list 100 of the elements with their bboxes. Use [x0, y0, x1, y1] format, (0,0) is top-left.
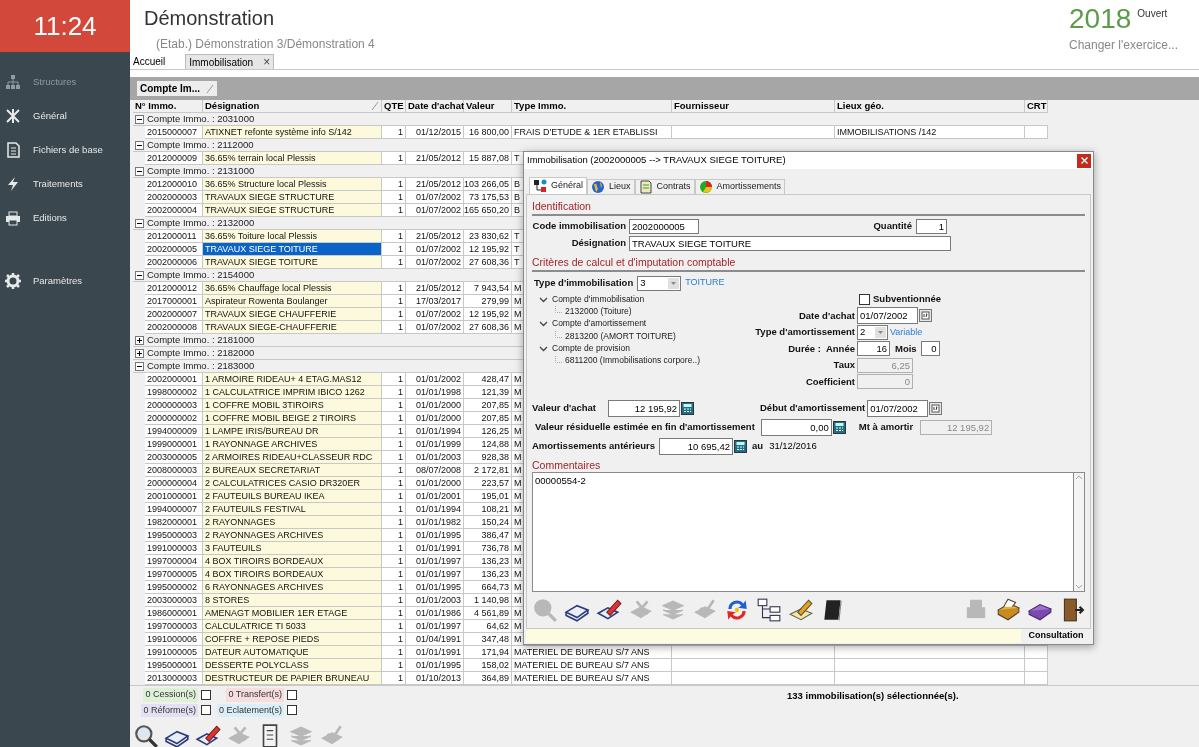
link[interactable]: Variable — [890, 325, 923, 339]
hierarchy-icon — [5, 74, 21, 90]
checkbox[interactable] — [201, 689, 211, 700]
table-cell: 2012000010 — [145, 178, 203, 191]
table-cell: 2008000003 — [145, 464, 203, 477]
calculator-icon[interactable] — [832, 421, 846, 434]
group-label: Compte Immo. : 2154000 — [147, 267, 255, 282]
tree-node[interactable]: Compte d'immobilisation — [552, 292, 645, 306]
table-cell: 1 — [382, 581, 406, 594]
expander-icon[interactable] — [135, 218, 144, 228]
close-button[interactable] — [1077, 153, 1091, 168]
column-header[interactable]: Lieux géo. — [835, 100, 1025, 113]
table-cell: 2000000003 — [145, 399, 203, 412]
table-cell: TRAVAUX SIEGE STRUCTURE — [203, 191, 382, 204]
table-cell: 1994000007 — [145, 503, 203, 516]
sidebar-item[interactable]: Général — [0, 99, 130, 133]
checkbox[interactable] — [287, 705, 297, 716]
tree-node[interactable]: 6811200 (Immobilisations corpore..) — [565, 354, 700, 367]
table-cell: 1 — [382, 152, 406, 165]
input-field[interactable]: 2002000005 — [629, 219, 699, 234]
tab[interactable]: Général — [529, 177, 588, 194]
table-cell: 1 — [382, 490, 406, 503]
tab[interactable]: Accueil — [133, 54, 166, 69]
expander-icon[interactable] — [135, 270, 144, 280]
table-cell: 347,48 — [464, 633, 512, 646]
tab[interactable]: Amortissements — [694, 179, 786, 194]
chevron-icon[interactable] — [539, 319, 548, 329]
expander-icon[interactable] — [135, 140, 144, 150]
sidebar-item[interactable]: Paramètres — [0, 264, 130, 298]
input-field[interactable]: 0 — [920, 341, 940, 357]
table-cell: 01/01/2003 — [406, 451, 464, 464]
table-cell: 1999000001 — [145, 438, 203, 451]
group-by-chip[interactable]: Compte Im... — [137, 81, 217, 96]
change-year-link[interactable]: Changer l'exercice... — [1069, 35, 1187, 54]
tree-node[interactable]: Compte de provision — [552, 341, 630, 355]
table-cell: 1 — [382, 412, 406, 425]
expander-icon[interactable] — [135, 335, 144, 345]
calendar-icon[interactable] — [919, 309, 932, 323]
column-header[interactable]: CRT — [1025, 100, 1048, 113]
page-title: Démonstration — [144, 6, 276, 31]
sidebar-item[interactable]: Editions — [0, 201, 130, 235]
input-field[interactable]: 1 — [916, 219, 947, 234]
scrollbar[interactable] — [1073, 472, 1085, 592]
table-cell: 736,78 — [464, 542, 512, 555]
table-cell: MATERIEL DE BUREAU S/7 ANS — [512, 672, 672, 685]
table-cell: 2 RAYONNAGES ARCHIVES — [203, 529, 382, 542]
tree-node[interactable]: 2132000 (Toiture) — [565, 305, 632, 318]
tree-icon[interactable] — [756, 597, 782, 623]
table-cell: 1 — [382, 672, 406, 685]
checkbox[interactable] — [287, 689, 297, 700]
printer-icon[interactable] — [995, 597, 1021, 623]
pencil-icon[interactable] — [788, 597, 814, 623]
table-cell: 1 — [382, 516, 406, 529]
column-header[interactable]: Valeur — [464, 100, 512, 113]
checkbox[interactable] — [201, 705, 211, 716]
calculator-icon[interactable] — [681, 402, 694, 415]
input-field[interactable]: 10 695,42 — [659, 438, 734, 455]
dropdown[interactable]: 2 — [857, 324, 888, 340]
close-tab-button[interactable]: × — [263, 56, 271, 68]
input-field[interactable]: 01/07/2002 — [867, 400, 929, 417]
edit-icon[interactable] — [195, 723, 221, 747]
table-cell: 364,89 — [464, 672, 512, 685]
input-field[interactable]: 01/07/2002 — [857, 307, 918, 325]
calculator-icon[interactable] — [734, 440, 748, 453]
refresh-icon[interactable] — [724, 597, 750, 623]
table-cell: 2 RAYONNAGES — [203, 516, 382, 529]
table-cell: 279,99 — [464, 295, 512, 308]
expander-icon[interactable] — [135, 166, 144, 176]
comment-field[interactable]: 00000554-2 — [532, 472, 1073, 592]
column-header[interactable]: Fournisseur — [672, 100, 835, 113]
table-cell: 64,62 — [464, 620, 512, 633]
column-header[interactable]: Type Immo. — [512, 100, 672, 113]
column-header[interactable]: Date d'achat — [406, 100, 464, 113]
tab[interactable]: Immobilisation × — [185, 54, 275, 69]
table-cell: TRAVAUX SIEGE CHAUFFERIE — [203, 308, 382, 321]
column-header[interactable]: QTE — [382, 100, 406, 113]
table-cell: 386,47 — [464, 529, 512, 542]
checkbox[interactable] — [859, 293, 870, 305]
tab[interactable]: Contrats — [634, 179, 695, 194]
diagram-icon — [533, 179, 547, 193]
sidebar-item[interactable]: Traitements — [0, 167, 130, 201]
calendar-icon[interactable] — [929, 402, 943, 415]
search-icon[interactable] — [133, 723, 159, 747]
table-cell: 1 — [382, 438, 406, 451]
sidebar-item[interactable]: Fichiers de base — [0, 133, 130, 167]
expander-icon[interactable] — [135, 114, 144, 124]
input-field[interactable]: TRAVAUX SIEGE TOITURE — [629, 235, 951, 251]
tab[interactable]: Lieux — [587, 179, 635, 194]
input-field[interactable]: 16 — [857, 341, 890, 357]
input-field[interactable]: 12 195,92 — [608, 400, 680, 417]
column-header[interactable]: N° Immo. — [133, 100, 203, 113]
table-cell: TRAVAUX SIEGE TOITURE — [203, 243, 382, 256]
expander-icon[interactable] — [135, 361, 144, 371]
table-cell: 1 — [382, 464, 406, 477]
column-header[interactable]: Désignation — [203, 100, 382, 113]
link[interactable]: TOITURE — [685, 276, 725, 290]
input-field[interactable]: 0,00 — [760, 419, 832, 436]
dropdown[interactable]: 3 — [637, 275, 682, 291]
table-cell: 4 BOX TIROIRS BORDEAUX — [203, 555, 382, 568]
expander-icon[interactable] — [135, 348, 144, 358]
